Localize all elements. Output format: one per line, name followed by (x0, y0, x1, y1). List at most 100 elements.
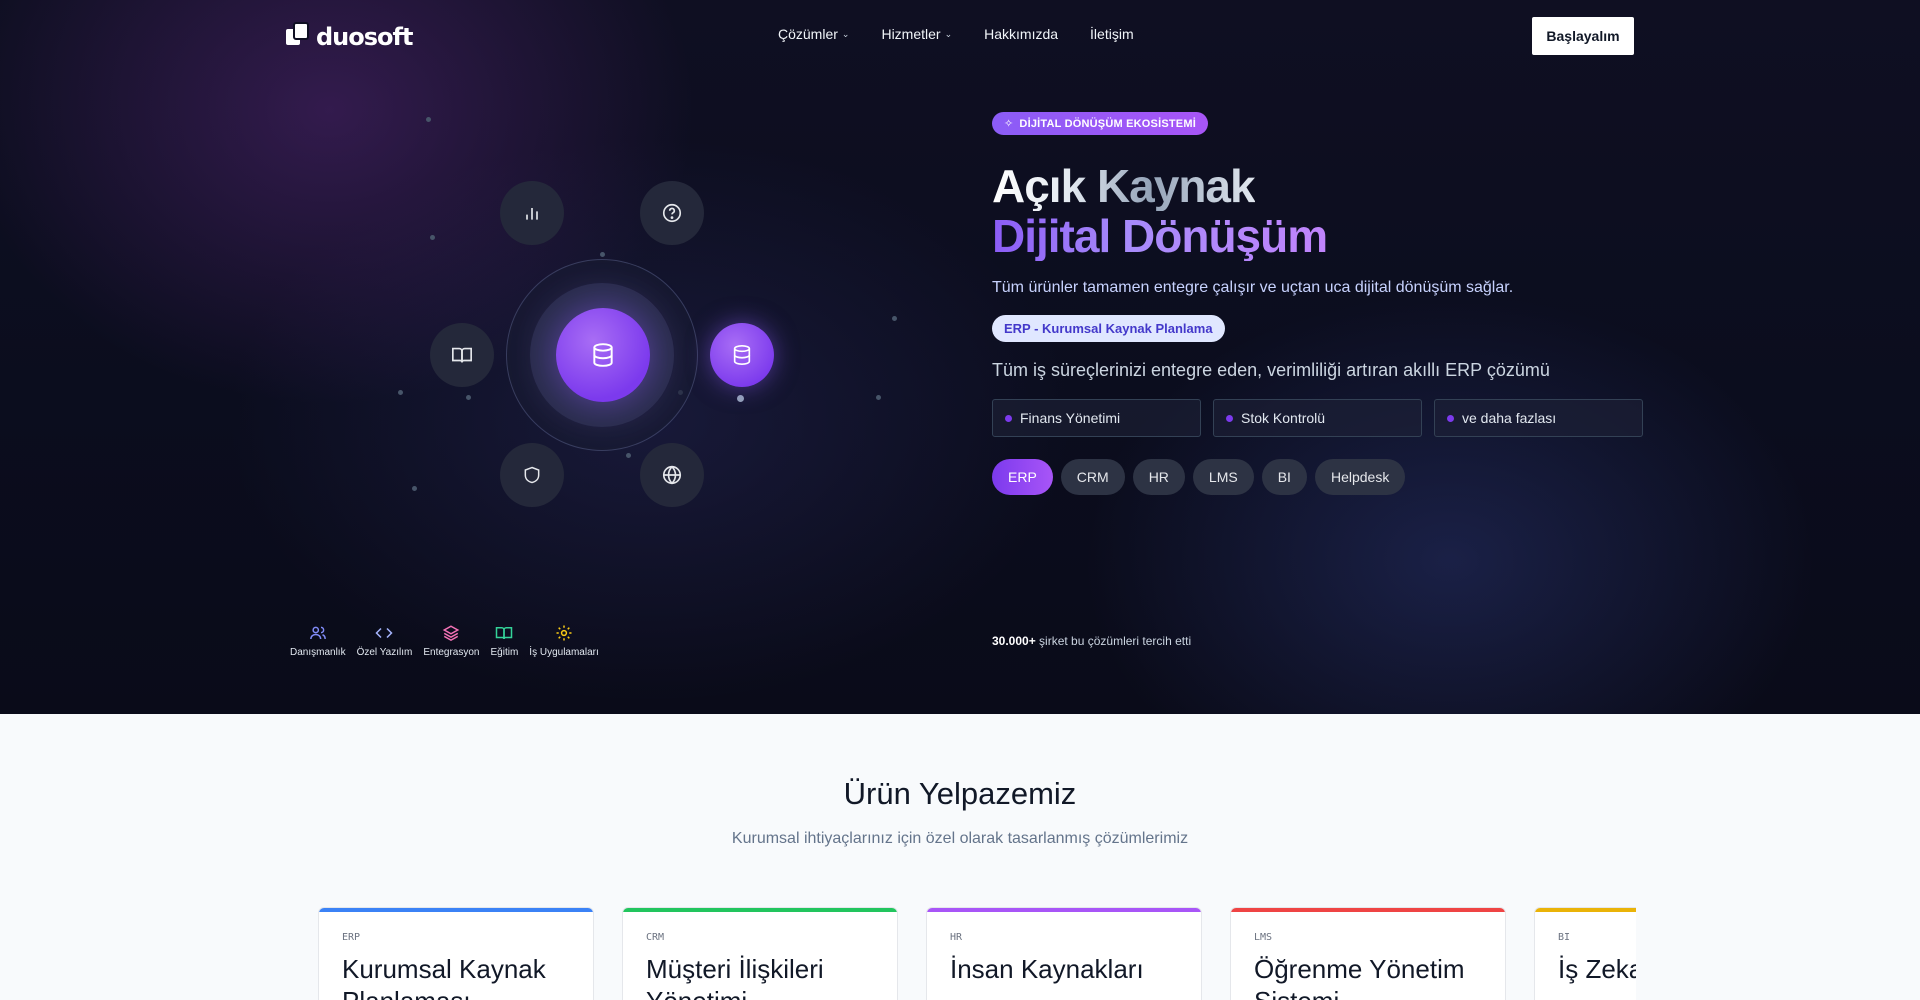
service-integration[interactable]: Entegrasyon (423, 624, 480, 658)
product-name-pill: ERP - Kurumsal Kaynak Planlama (992, 315, 1225, 342)
service-label: Danışmanlık (290, 647, 346, 658)
service-label: Özel Yazılım (356, 647, 413, 658)
tab-hr[interactable]: HR (1132, 459, 1185, 495)
products-section: Ürün Yelpazemiz Kurumsal ihtiyaçlarınız … (0, 714, 1920, 1000)
service-business-apps[interactable]: İş Uygulamaları (529, 624, 599, 658)
shield-icon[interactable] (500, 443, 564, 507)
badge-label: DİJİTAL DÖNÜŞÜM EKOSİSTEMİ (1019, 117, 1196, 130)
gear-icon (556, 625, 572, 641)
main-menu: Çözümler ⌄ Hizmetler ⌄ Hakkımızda İletiş… (778, 26, 1134, 42)
feature-item: ve daha fazlası (1434, 399, 1643, 437)
service-label: Eğitim (490, 647, 519, 658)
tab-crm[interactable]: CRM (1060, 459, 1125, 495)
card-tag: CRM (646, 932, 665, 943)
services-bar: Danışmanlık Özel Yazılım Entegrasyon Eği… (290, 624, 599, 658)
feature-label: Stok Kontrolü (1241, 410, 1326, 426)
feature-item: Stok Kontrolü (1213, 399, 1422, 437)
product-cards: ERP Kurumsal Kaynak Planlaması CRM Müşte… (318, 907, 1636, 1000)
book-icon[interactable] (430, 323, 494, 387)
users-icon (309, 626, 326, 640)
decor-dot (626, 453, 631, 458)
card-accent-bar (623, 908, 897, 912)
hero-title-line2: Dijital Dönüşüm (992, 210, 1328, 262)
feature-label: Finans Yönetimi (1020, 410, 1121, 426)
social-proof: 30.000+ şirket bu çözümleri tercih etti (992, 634, 1191, 648)
decor-dot (892, 316, 897, 321)
menu-item-iletisim[interactable]: İletişim (1090, 26, 1134, 42)
bullet-dot (1226, 414, 1233, 422)
logo-icon (284, 20, 312, 53)
card-tag: ERP (342, 932, 361, 943)
service-label: Entegrasyon (423, 647, 480, 658)
card-tag: LMS (1254, 932, 1273, 943)
hero-title-line1: Açık Kaynak (992, 160, 1256, 212)
database-icon[interactable] (710, 323, 774, 387)
menu-item-label: İletişim (1090, 26, 1134, 42)
bullet-dot (1005, 414, 1012, 422)
decor-dot (466, 395, 471, 400)
product-card-lms[interactable]: LMS Öğrenme Yönetim Sistemi (1230, 907, 1506, 1000)
service-consulting[interactable]: Danışmanlık (290, 624, 346, 658)
menu-item-hakkimizda[interactable]: Hakkımızda (984, 26, 1058, 42)
menu-item-cozumler[interactable]: Çözümler ⌄ (778, 26, 849, 42)
book-open-icon (496, 627, 513, 640)
chevron-down-icon: ⌄ (841, 29, 850, 39)
decor-dot (737, 395, 744, 402)
product-card-crm[interactable]: CRM Müşteri İlişkileri Yönetimi (622, 907, 898, 1000)
logo[interactable]: duosoft (284, 20, 413, 53)
tab-bi[interactable]: BI (1261, 459, 1307, 495)
card-title: Kurumsal Kaynak Planlaması (342, 954, 546, 1000)
get-started-button[interactable]: Başlayalım (1532, 17, 1634, 55)
bar-chart-icon[interactable] (500, 181, 564, 245)
decor-dot (876, 395, 881, 400)
card-title: İnsan Kaynakları (950, 954, 1144, 984)
card-accent-bar (319, 908, 593, 912)
feature-label: ve daha fazlası (1462, 410, 1557, 426)
hero-section: duosoft Çözümler ⌄ Hizmetler ⌄ Hakkımızd… (0, 0, 1920, 714)
decor-dot (398, 390, 403, 395)
tab-erp[interactable]: ERP (992, 459, 1053, 495)
hero-content: ✧ DİJİTAL DÖNÜŞÜM EKOSİSTEMİ Açık Kaynak… (992, 112, 1652, 495)
product-card-erp[interactable]: ERP Kurumsal Kaynak Planlaması (318, 907, 594, 1000)
service-training[interactable]: Eğitim (490, 624, 519, 658)
top-navigation: duosoft Çözümler ⌄ Hizmetler ⌄ Hakkımızd… (0, 0, 1920, 72)
card-title: Öğrenme Yönetim Sistemi (1254, 954, 1465, 1000)
chevron-down-icon: ⌄ (944, 29, 953, 39)
product-card-bi[interactable]: BI İş Zekası (1534, 907, 1636, 1000)
product-tabs: ERP CRM HR LMS BI Helpdesk (992, 459, 1652, 495)
layers-icon (443, 625, 460, 641)
menu-item-hizmetler[interactable]: Hizmetler ⌄ (881, 26, 952, 42)
ecosystem-graphic (398, 117, 897, 540)
card-title: İş Zekası (1558, 954, 1636, 984)
card-accent-bar (1231, 908, 1505, 912)
card-title: Müşteri İlişkileri Yönetimi (646, 954, 824, 1000)
decor-dot (426, 117, 431, 122)
card-tag: HR (950, 932, 963, 943)
product-card-hr[interactable]: HR İnsan Kaynakları (926, 907, 1202, 1000)
service-label: İş Uygulamaları (529, 647, 599, 658)
sparkle-icon: ✧ (1004, 118, 1014, 130)
menu-item-label: Çözümler (778, 26, 838, 42)
proof-text: şirket bu çözümleri tercih etti (1035, 634, 1192, 648)
ecosystem-badge: ✧ DİJİTAL DÖNÜŞÜM EKOSİSTEMİ (992, 112, 1208, 135)
help-circle-icon[interactable] (640, 181, 704, 245)
globe-icon[interactable] (640, 443, 704, 507)
menu-item-label: Hizmetler (881, 26, 941, 42)
decor-dot (430, 235, 435, 240)
service-custom-software[interactable]: Özel Yazılım (356, 624, 413, 658)
tab-helpdesk[interactable]: Helpdesk (1314, 459, 1406, 495)
decor-dot (412, 486, 417, 491)
menu-item-label: Hakkımızda (984, 26, 1059, 42)
tab-lms[interactable]: LMS (1192, 459, 1254, 495)
product-description: Tüm iş süreçlerinizi entegre eden, verim… (992, 360, 1550, 380)
bullet-dot (1447, 414, 1454, 422)
decor-dot (600, 252, 605, 257)
proof-count: 30.000+ (992, 634, 1036, 648)
card-accent-bar (1535, 908, 1636, 912)
code-icon (375, 627, 394, 639)
section-title: Ürün Yelpazemiz (843, 776, 1077, 811)
section-subtitle: Kurumsal ihtiyaçlarınız için özel olarak… (731, 830, 1189, 847)
core-database-icon[interactable] (556, 308, 650, 402)
feature-item: Finans Yönetimi (992, 399, 1201, 437)
hero-lead: Tüm ürünler tamamen entegre çalışır ve u… (992, 279, 1514, 296)
